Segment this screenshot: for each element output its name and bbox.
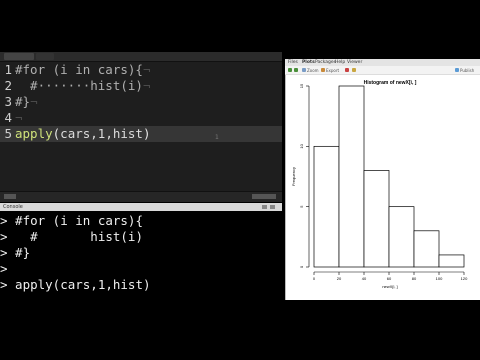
code-token: ¬: [15, 110, 23, 125]
line-text[interactable]: #·······hist(i)¬: [15, 78, 150, 94]
console-line: > #for (i in cars){: [0, 213, 143, 228]
remove-plot-icon[interactable]: [345, 68, 349, 72]
chart-title: Histogram of newX[i, ]: [364, 80, 417, 86]
code-line[interactable]: 1 #for (i in cars){¬: [0, 62, 282, 78]
code-token: cars,1,hist: [60, 126, 143, 141]
code-token: ¬: [142, 62, 151, 77]
line-text[interactable]: apply(cars,1,hist): [15, 126, 151, 142]
clear-all-icon[interactable]: [352, 68, 356, 72]
line-number: 1: [4, 62, 12, 77]
cursor-marker: 1: [215, 134, 219, 141]
code-token: #}: [15, 94, 31, 109]
code-line[interactable]: 3 #}¬: [0, 94, 282, 110]
code-token: ): [142, 126, 151, 141]
zoom-icon: [302, 68, 306, 72]
tab-help[interactable]: Help: [335, 59, 345, 66]
histogram-bar: [363, 170, 390, 268]
publish-icon: [455, 68, 459, 72]
maximize-icon[interactable]: [270, 205, 275, 209]
x-tick-label: 40: [362, 276, 367, 281]
back-arrow-icon[interactable]: [288, 68, 292, 72]
y-axis-label: Frequency: [291, 167, 296, 186]
x-tick-label: 100: [436, 276, 443, 281]
y-tick-label: 5: [299, 205, 304, 208]
console-header: [0, 203, 282, 211]
console-line: > # hist(i): [0, 229, 143, 244]
y-tick-label: 0: [299, 265, 304, 268]
line-text[interactable]: ¬: [15, 110, 23, 126]
code-token: apply: [15, 126, 53, 141]
code-token: ¬: [142, 78, 151, 93]
histogram-bar: [438, 254, 465, 268]
console-line: >: [0, 261, 8, 276]
console-output[interactable]: > #for (i in cars){> # hist(i) > #} > > app…: [0, 211, 282, 300]
editor-tab[interactable]: [4, 53, 34, 60]
export-button[interactable]: Export: [326, 68, 339, 73]
line-number: 2: [4, 78, 12, 93]
editor-tab[interactable]: [36, 53, 54, 60]
console-line: > #}: [0, 245, 31, 260]
line-number: 3: [4, 94, 12, 109]
tab-packages[interactable]: Packages: [315, 59, 336, 66]
zoom-button[interactable]: Zoom: [307, 68, 319, 73]
histogram-bar: [338, 85, 365, 268]
editor-tab-bar: [0, 52, 282, 62]
tab-plots[interactable]: Plots: [302, 59, 315, 66]
code-line[interactable]: 2 #·······hist(i)¬: [0, 78, 282, 94]
code-token: ¬: [30, 94, 38, 109]
tab-viewer[interactable]: Viewer: [347, 59, 362, 66]
editor-status-bar: [0, 191, 282, 202]
publish-button[interactable]: Publish: [460, 68, 474, 73]
x-tick-label: 80: [412, 276, 417, 281]
histogram-bar: [388, 206, 415, 268]
x-tick-label: 20: [337, 276, 342, 281]
histogram-chart: Histogram of newX[i, ]0 20 40 60 80 100 120new…: [291, 80, 468, 289]
minimize-icon[interactable]: [262, 205, 267, 209]
plots-toolbar: Zoom Export Publish: [285, 66, 480, 75]
file-type-selector[interactable]: [252, 194, 276, 199]
cursor-position: [4, 194, 16, 199]
code-token: #for (i in cars){: [15, 62, 143, 77]
y-tick-label: 10: [299, 143, 304, 148]
x-tick-label: 60: [387, 276, 392, 281]
console-line: > apply(cars,1,hist): [0, 277, 151, 292]
forward-arrow-icon[interactable]: [294, 68, 298, 72]
y-tick-label: 15: [299, 83, 304, 88]
console-title[interactable]: Console: [3, 203, 23, 211]
x-axis-label: newX[i, ]: [382, 284, 397, 289]
tab-files[interactable]: Files: [288, 59, 298, 66]
line-number: 4: [4, 110, 12, 125]
code-line[interactable]: 5 apply(cars,1,hist): [0, 126, 282, 142]
code-line[interactable]: 4 ¬: [0, 110, 282, 126]
histogram-bar: [413, 230, 440, 268]
x-tick-label: 120: [461, 276, 468, 281]
x-tick-label: 0: [313, 276, 316, 281]
export-icon: [321, 68, 325, 72]
line-number: 5: [4, 126, 12, 141]
code-token: #·······hist(i): [15, 78, 143, 93]
line-text[interactable]: #}¬: [15, 94, 38, 110]
line-text[interactable]: #for (i in cars){¬: [15, 62, 150, 78]
histogram-bar: [313, 145, 340, 268]
